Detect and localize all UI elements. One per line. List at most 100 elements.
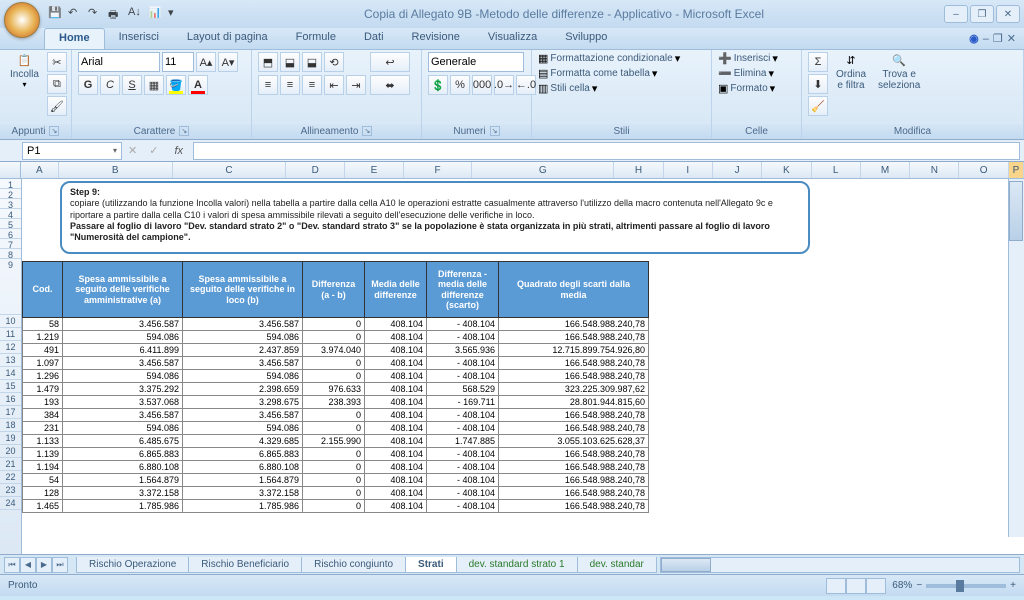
table-cell[interactable]: - 408.104 [427,318,499,331]
select-all-corner[interactable] [0,162,21,178]
align-center-button[interactable]: ≡ [280,75,300,95]
format-painter-button[interactable]: 🖌 [47,96,67,116]
scrollbar-thumb[interactable] [661,558,711,572]
tab-home[interactable]: Home [44,28,105,49]
column-header[interactable]: C [173,162,287,178]
table-cell[interactable]: 0 [303,474,365,487]
table-cell[interactable]: 128 [23,487,63,500]
copy-button[interactable]: ⧉ [47,74,67,94]
table-cell[interactable]: 3.456.587 [63,409,183,422]
mdi-restore-icon[interactable]: ❐ [993,32,1003,45]
table-cell[interactable]: 1.465 [23,500,63,513]
row-header[interactable]: 20 [0,445,21,458]
table-row[interactable]: 1.0973.456.5873.456.5870408.104- 408.104… [23,357,649,370]
table-header[interactable]: Differenza - media delle differenze (sca… [427,262,499,318]
horizontal-scrollbar[interactable] [660,557,1020,573]
table-cell[interactable]: 6.485.675 [63,435,183,448]
table-cell[interactable]: 408.104 [365,383,427,396]
row-header[interactable]: 24 [0,497,21,510]
tab-visualizza[interactable]: Visualizza [474,28,551,49]
table-cell[interactable]: 1.785.986 [63,500,183,513]
tab-dati[interactable]: Dati [350,28,398,49]
chart-icon[interactable]: 📊 [148,6,164,22]
zoom-level[interactable]: 68% [892,580,912,591]
font-size-select[interactable] [162,52,194,72]
wrap-text-button[interactable]: ↩ [370,52,410,72]
table-cell[interactable]: 1.785.986 [183,500,303,513]
grow-font-button[interactable]: A▴ [196,52,216,72]
table-cell[interactable]: 166.548.988.240,78 [499,331,649,344]
align-middle-button[interactable]: ⬓ [280,52,300,72]
table-cell[interactable]: 1.564.879 [63,474,183,487]
table-cell[interactable]: 166.548.988.240,78 [499,370,649,383]
table-cell[interactable]: 166.548.988.240,78 [499,461,649,474]
italic-button[interactable]: C [100,75,120,95]
row-header[interactable]: 10 [0,315,21,328]
table-cell[interactable]: - 408.104 [427,370,499,383]
qat-dropdown-icon[interactable]: ▾ [168,6,184,22]
table-cell[interactable]: 323.225.309.987,62 [499,383,649,396]
align-top-button[interactable]: ⬒ [258,52,278,72]
table-cell[interactable]: - 408.104 [427,409,499,422]
bold-button[interactable]: G [78,75,98,95]
tab-inserisci[interactable]: Inserisci [105,28,173,49]
table-cell[interactable]: 166.548.988.240,78 [499,422,649,435]
paste-button[interactable]: 📋 Incolla ▾ [6,52,43,91]
table-row[interactable]: 1.219594.086594.0860408.104- 408.104166.… [23,331,649,344]
print-icon[interactable]: 🖶 [108,6,124,22]
table-cell[interactable]: 166.548.988.240,78 [499,318,649,331]
table-cell[interactable]: 1.747.885 [427,435,499,448]
close-button[interactable]: ✕ [996,5,1020,23]
decrease-indent-button[interactable]: ⇤ [324,75,344,95]
table-cell[interactable]: 408.104 [365,448,427,461]
table-cell[interactable]: 3.055.103.625.628,37 [499,435,649,448]
tab-formule[interactable]: Formule [282,28,350,49]
zoom-out-button[interactable]: − [916,580,922,591]
name-box[interactable]: P1▾ [22,142,122,160]
table-cell[interactable]: 54 [23,474,63,487]
table-cell[interactable]: 1.296 [23,370,63,383]
sheet-tab[interactable]: Rischio Operazione [76,557,189,573]
minimize-button[interactable]: – [944,5,968,23]
table-cell[interactable]: - 408.104 [427,448,499,461]
table-cell[interactable]: 1.097 [23,357,63,370]
increase-decimal-button[interactable]: .0→ [494,75,514,95]
column-header[interactable]: P [1009,162,1024,178]
row-header[interactable]: 11 [0,328,21,341]
orientation-button[interactable]: ⟲ [324,52,344,72]
row-header[interactable]: 6 [0,229,21,239]
table-cell[interactable]: 491 [23,344,63,357]
increase-indent-button[interactable]: ⇥ [346,75,366,95]
cut-button[interactable]: ✂ [47,52,67,72]
table-row[interactable]: 1.1396.865.8836.865.8830408.104- 408.104… [23,448,649,461]
table-cell[interactable]: 6.880.108 [63,461,183,474]
table-cell[interactable]: 594.086 [183,422,303,435]
table-cell[interactable]: 408.104 [365,461,427,474]
table-header[interactable]: Cod. [23,262,63,318]
table-cell[interactable]: 6.865.883 [183,448,303,461]
table-cell[interactable]: 408.104 [365,357,427,370]
first-sheet-button[interactable]: ⏮ [4,557,20,573]
font-color-button[interactable]: A [188,75,208,95]
table-cell[interactable]: 594.086 [183,370,303,383]
column-header[interactable]: I [664,162,713,178]
table-cell[interactable]: 3.456.587 [63,318,183,331]
cell-styles-button[interactable]: ▥Stili cella▾ [538,82,597,95]
table-cell[interactable]: - 408.104 [427,357,499,370]
table-cell[interactable]: 6.865.883 [63,448,183,461]
zoom-in-button[interactable]: + [1010,580,1016,591]
table-cell[interactable]: 408.104 [365,396,427,409]
table-cell[interactable]: 0 [303,500,365,513]
table-cell[interactable]: 238.393 [303,396,365,409]
table-cell[interactable]: 3.375.292 [63,383,183,396]
launcher-icon[interactable]: ↘ [49,126,59,136]
table-cell[interactable]: 0 [303,409,365,422]
table-cell[interactable]: 408.104 [365,487,427,500]
column-header[interactable]: G [472,162,614,178]
row-header[interactable]: 12 [0,341,21,354]
table-cell[interactable]: 166.548.988.240,78 [499,487,649,500]
underline-button[interactable]: S [122,75,142,95]
tab-revisione[interactable]: Revisione [398,28,474,49]
table-cell[interactable]: 0 [303,461,365,474]
table-cell[interactable]: - 408.104 [427,487,499,500]
